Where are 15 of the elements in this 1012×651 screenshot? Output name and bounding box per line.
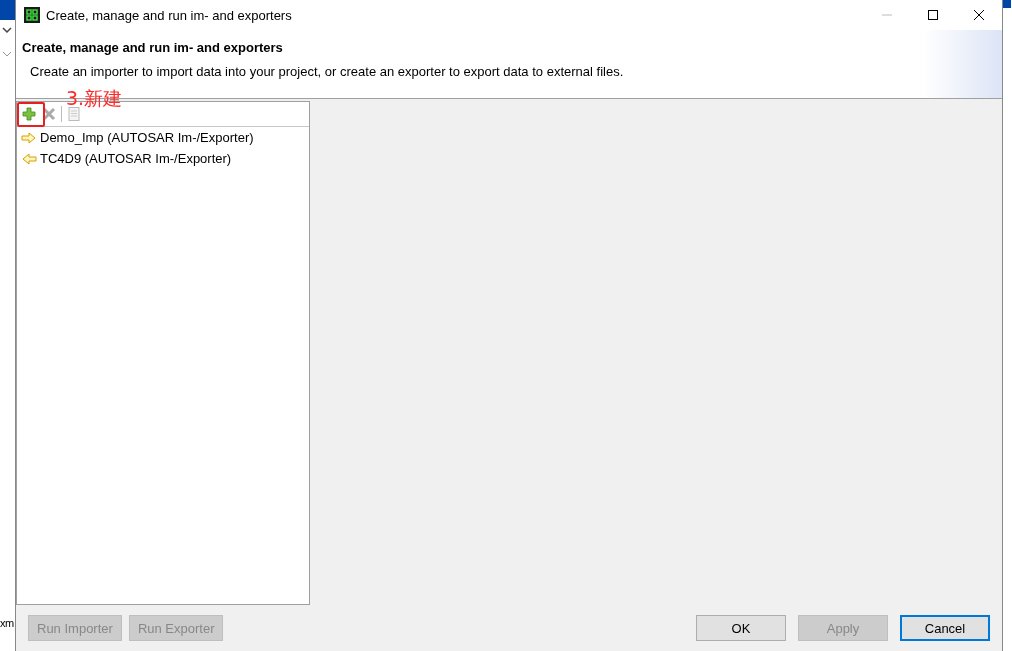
highlight-frame	[17, 102, 45, 127]
ok-button[interactable]: OK	[696, 615, 786, 641]
list-item[interactable]: TC4D9 (AUTOSAR Im-/Exporter)	[40, 151, 232, 166]
annotation-label: 3.新建	[66, 86, 123, 111]
window-title: Create, manage and run im- and exporters	[46, 7, 293, 23]
cancel-button[interactable]: Cancel	[900, 615, 990, 641]
app-icon	[24, 7, 40, 23]
add-icon[interactable]	[21, 106, 37, 122]
chevron-icon	[2, 50, 12, 58]
dialog-heading: Create, manage and run im- and exporters	[22, 40, 284, 55]
list-item[interactable]: Demo_Imp (AUTOSAR Im-/Exporter)	[40, 130, 254, 145]
background-window-bar	[1003, 0, 1011, 8]
chevron-icon	[2, 26, 12, 34]
dialog-description: Create an importer to import data into your project, or create an exporter to export data to external files.	[30, 64, 625, 79]
background-text: xm	[0, 617, 15, 629]
